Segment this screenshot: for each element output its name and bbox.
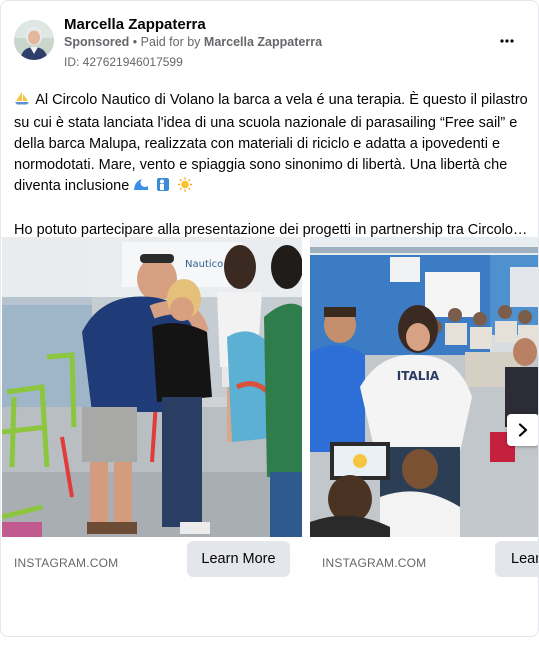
shirt-text: ITALIA	[397, 369, 440, 383]
ad-body-text: Al Circolo Nautico di Volano la barca a …	[14, 90, 529, 241]
italia-team-presentation-photo[interactable]: ITALIA	[310, 237, 538, 537]
sign-text: Nautico	[185, 259, 223, 270]
card-1-domain: INSTAGRAM.COM	[14, 556, 119, 570]
paid-for-prefix: Paid for by	[140, 35, 201, 49]
people-embracing-photo[interactable]: Nautico	[2, 237, 302, 537]
body-paragraph-1-text: Al Circolo Nautico di Volano la barca a …	[14, 92, 528, 194]
body-paragraph-1: Al Circolo Nautico di Volano la barca a …	[14, 90, 529, 199]
carousel-card-2[interactable]: ITALIA INSTAGRAM.COM Lear	[310, 237, 538, 577]
card-2-domain: INSTAGRAM.COM	[322, 556, 427, 570]
page-avatar[interactable]	[14, 20, 54, 60]
ad-card: Marcella Zappaterra Sponsored • Paid for…	[0, 0, 539, 637]
more-options-button[interactable]	[495, 31, 519, 51]
sailboat-emoji	[14, 91, 30, 113]
avatar-portrait-icon	[14, 20, 54, 60]
wave-emoji	[133, 177, 149, 199]
card-2-learn-more-button[interactable]: Lear	[495, 541, 538, 577]
ad-carousel[interactable]: Nautico INSTAGRAM.COM Learn More ITALIA …	[1, 237, 538, 577]
person-deaf-emoji	[155, 177, 171, 199]
sun-emoji	[177, 177, 193, 199]
carousel-card-1[interactable]: Nautico INSTAGRAM.COM Learn More	[2, 237, 302, 577]
ad-id: ID: 427621946017599	[64, 55, 183, 69]
sponsored-line: Sponsored • Paid for by Marcella Zappate…	[64, 35, 322, 49]
paid-for-name: Marcella Zappaterra	[203, 35, 323, 49]
chevron-right-icon	[518, 423, 528, 437]
more-horizontal-icon	[500, 39, 514, 43]
carousel-next-button[interactable]	[507, 414, 538, 446]
sponsored-label: Sponsored	[64, 35, 130, 49]
card-1-learn-more-button[interactable]: Learn More	[187, 541, 290, 577]
meta-separator: •	[132, 35, 138, 49]
page-name-link[interactable]: Marcella Zappaterra	[64, 16, 206, 33]
